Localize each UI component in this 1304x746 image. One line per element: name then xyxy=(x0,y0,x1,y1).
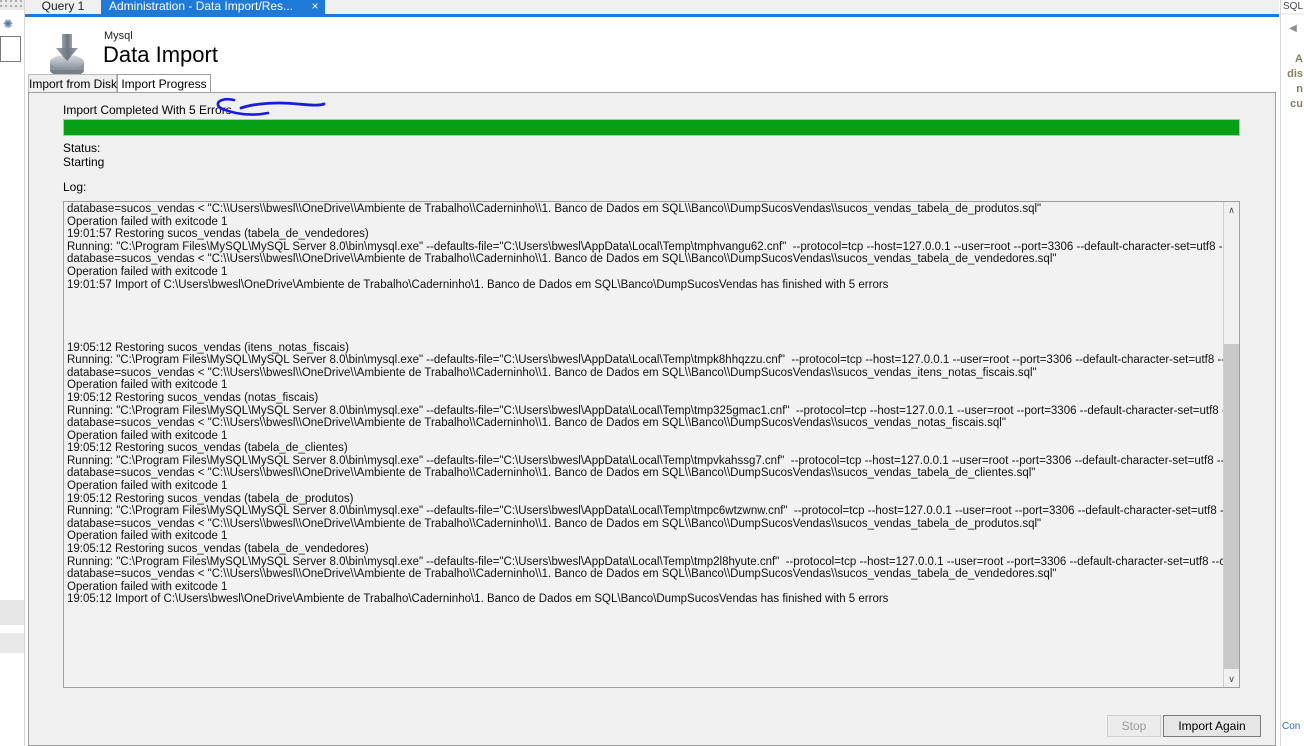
collapse-panel-icon[interactable]: ◀ xyxy=(1285,22,1301,36)
status-label: Status: xyxy=(63,141,101,155)
log-line: database=sucos_vendas < "C:\\Users\\bwes… xyxy=(67,417,1006,430)
tab-query-1[interactable]: Query 1 xyxy=(25,0,101,14)
sidebar-panel-upper xyxy=(0,600,24,625)
hint-line: A xyxy=(1295,53,1303,65)
log-line: database=sucos_vendas < "C:\\Users\\bwes… xyxy=(67,568,1057,581)
app-window: ✺ Query 1 Administration - Data Import/R… xyxy=(0,0,1304,746)
sidebar-panel-lower xyxy=(0,633,24,653)
hint-line: cu xyxy=(1290,98,1303,110)
log-line: 19:05:12 Restoring sucos_vendas (tabela_… xyxy=(67,492,354,505)
log-text: database=sucos_vendas < "C:\\Users\\bwes… xyxy=(67,203,1240,606)
log-line: Operation failed with exitcode 1 xyxy=(67,215,228,228)
scrollbar-thumb[interactable] xyxy=(1224,344,1239,669)
sidebar-partial-box xyxy=(0,36,21,62)
log-line: Running: "C:\Program Files\MySQL\MySQL S… xyxy=(67,555,1240,568)
page-title: Data Import xyxy=(103,42,218,67)
data-import-panel: Mysql Data Import Import from Disk Impor… xyxy=(25,17,1279,746)
log-line: Running: "C:\Program Files\MySQL\MySQL S… xyxy=(67,454,1240,467)
page-kicker: Mysql xyxy=(104,30,133,42)
left-sidebar-stub: ✺ xyxy=(0,0,25,746)
right-panel-footer-label[interactable]: Con xyxy=(1282,721,1300,732)
hint-line: n xyxy=(1296,83,1303,95)
log-line: 19:05:12 Restoring sucos_vendas (tabela_… xyxy=(67,543,369,556)
scroll-up-icon[interactable]: ∧ xyxy=(1224,202,1239,218)
log-output[interactable]: database=sucos_vendas < "C:\\Users\\bwes… xyxy=(63,201,1240,688)
log-line: database=sucos_vendas < "C:\\Users\\bwes… xyxy=(67,203,1042,215)
log-line: 19:01:57 Import of C:\Users\bwesl\OneDri… xyxy=(67,278,889,291)
log-line: Operation failed with exitcode 1 xyxy=(67,429,228,442)
log-line: database=sucos_vendas < "C:\\Users\\bwes… xyxy=(67,467,1036,480)
log-line: Operation failed with exitcode 1 xyxy=(67,265,228,278)
log-line: 19:05:12 Restoring sucos_vendas (notas_f… xyxy=(67,391,319,404)
log-line: Running: "C:\Program Files\MySQL\MySQL S… xyxy=(67,505,1240,518)
import-subtabs: Import from Disk Import Progress xyxy=(28,74,1276,93)
log-label: Log: xyxy=(63,180,87,194)
right-tab-underline xyxy=(1281,13,1304,15)
sidebar-grip-handle[interactable] xyxy=(0,0,24,10)
log-line: Operation failed with exitcode 1 xyxy=(67,580,228,593)
editor-tabstrip: Query 1 Administration - Data Import/Res… xyxy=(25,0,1279,14)
log-scrollbar[interactable]: ∧ ∨ xyxy=(1223,202,1239,687)
tab-import-from-disk[interactable]: Import from Disk xyxy=(28,74,117,93)
progress-caption: Import Completed With 5 Errors xyxy=(63,103,232,117)
log-line: Running: "C:\Program Files\MySQL\MySQL S… xyxy=(67,404,1240,417)
log-line: database=sucos_vendas < "C:\\Users\\bwes… xyxy=(67,366,1037,379)
log-line: Operation failed with exitcode 1 xyxy=(67,480,228,493)
log-line: 19:01:57 Restoring sucos_vendas (tabela_… xyxy=(67,228,369,241)
data-import-icon xyxy=(41,30,93,80)
log-line: 19:05:12 Restoring sucos_vendas (itens_n… xyxy=(67,341,349,354)
log-line: database=sucos_vendas < "C:\\Users\\bwes… xyxy=(67,253,1057,266)
tab-sql-label[interactable]: SQL xyxy=(1283,0,1304,13)
status-value: Starting xyxy=(63,155,105,169)
close-icon[interactable]: × xyxy=(308,0,322,14)
log-line: 19:05:12 Import of C:\Users\bwesl\OneDri… xyxy=(67,593,889,606)
scroll-down-icon[interactable]: ∨ xyxy=(1224,671,1239,687)
hint-line: dis xyxy=(1287,68,1303,80)
log-line: database=sucos_vendas < "C:\\Users\\bwes… xyxy=(67,517,1042,530)
log-line: Running: "C:\Program Files\MySQL\MySQL S… xyxy=(67,354,1240,367)
right-sidebar-stub: SQL ◀ Adis n cu Con xyxy=(1280,0,1304,746)
tab-import-progress[interactable]: Import Progress xyxy=(117,74,211,93)
connection-icon[interactable]: ✺ xyxy=(3,18,17,30)
stop-button[interactable]: Stop xyxy=(1107,715,1161,737)
log-line: Operation failed with exitcode 1 xyxy=(67,379,228,392)
progress-bar-fill xyxy=(64,120,1239,135)
import-footer: Stop Import Again xyxy=(28,710,1276,746)
import-again-button[interactable]: Import Again xyxy=(1163,715,1261,737)
import-progress-bar xyxy=(63,119,1240,136)
tab-administration-data-import[interactable]: Administration - Data Import/Res... xyxy=(101,0,325,14)
right-panel-hint-text: Adis n cu xyxy=(1281,52,1304,112)
log-line: Operation failed with exitcode 1 xyxy=(67,530,228,543)
log-line: Running: "C:\Program Files\MySQL\MySQL S… xyxy=(67,240,1240,253)
log-line: 19:05:12 Restoring sucos_vendas (tabela_… xyxy=(67,442,348,455)
